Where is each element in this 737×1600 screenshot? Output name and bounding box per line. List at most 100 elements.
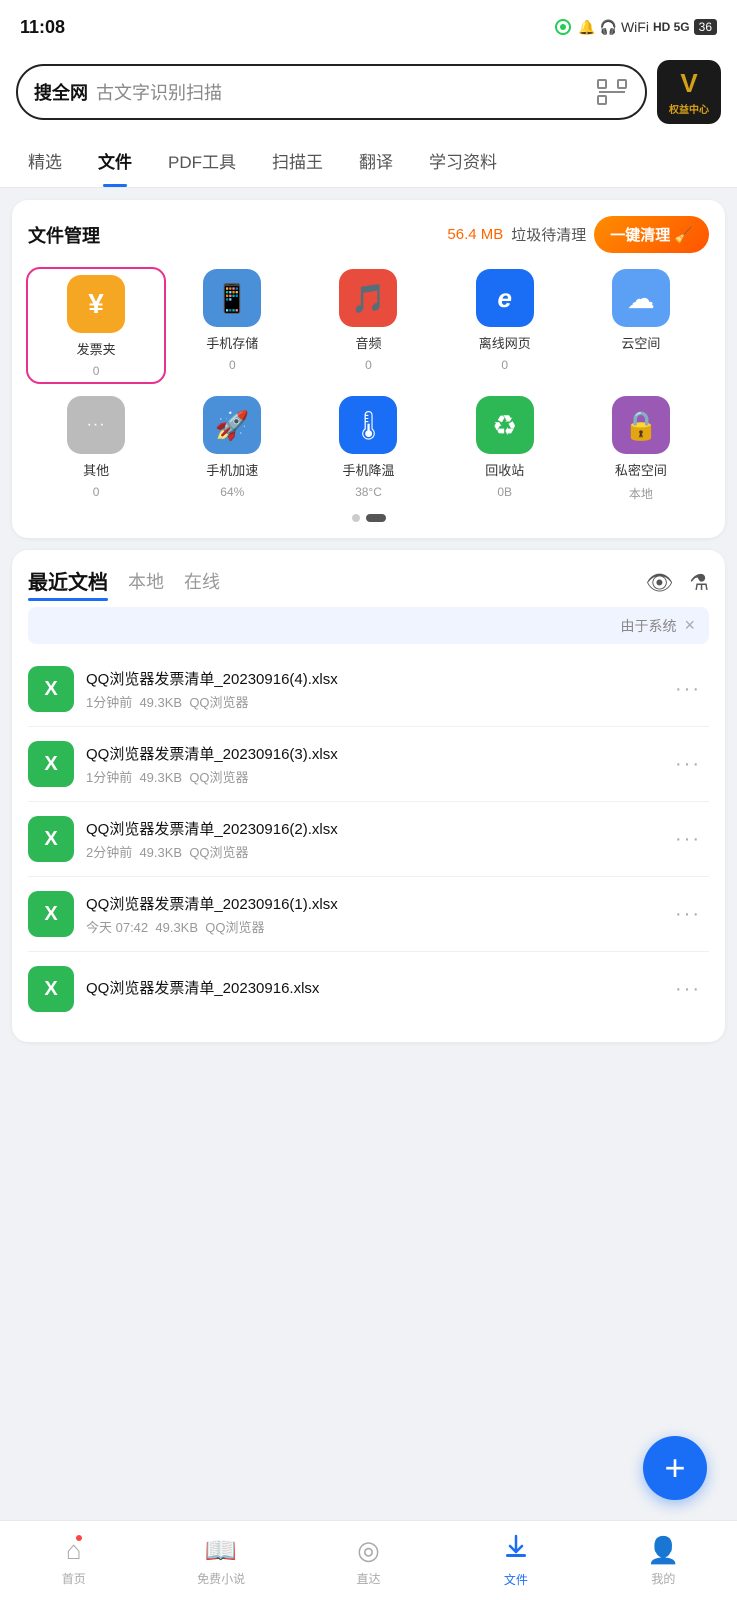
zhida-icon: ◎ — [357, 1535, 380, 1566]
icon-yinpin[interactable]: 🎵 音频 0 — [300, 269, 436, 382]
notification-icon: 🔔 — [578, 19, 595, 36]
recent-docs: 最近文档 本地 在线 👁 ⚗ 由于系统 × X QQ浏览器发票清单_202309… — [12, 550, 725, 1042]
home-icon: ⌂ — [66, 1535, 82, 1566]
nav-tabs: 精选 文件 PDF工具 扫描王 翻译 学习资料 — [0, 134, 737, 188]
vip-icon: V — [680, 68, 697, 99]
mine-label: 我的 — [651, 1570, 675, 1587]
file-item[interactable]: X QQ浏览器发票清单_20230916(4).xlsx 1分钟前 49.3KB… — [28, 652, 709, 727]
icon-jiasu[interactable]: 🚀 手机加速 64% — [164, 396, 300, 502]
file-icon-xlsx: X — [28, 741, 74, 787]
file-more-btn[interactable]: ··· — [667, 674, 709, 705]
file-item[interactable]: X QQ浏览器发票清单_20230916(2).xlsx 2分钟前 49.3KB… — [28, 802, 709, 877]
yinpin-label: 音频 — [355, 333, 381, 352]
file-more-btn[interactable]: ··· — [667, 974, 709, 1005]
trash-size: 56.4 MB — [447, 226, 503, 243]
clean-button[interactable]: 一键清理 🧹 — [594, 216, 709, 253]
jiasu-count: 64% — [220, 485, 244, 499]
file-item[interactable]: X QQ浏览器发票清单_20230916.xlsx ··· — [28, 952, 709, 1026]
search-left: 搜全网 古文字识别扫描 — [34, 79, 222, 105]
file-meta: 2分钟前 49.3KB QQ浏览器 — [86, 842, 655, 861]
icon-fapiaojia[interactable]: ¥ 发票夹 0 — [26, 267, 166, 384]
huishou-label: 回收站 — [485, 460, 524, 479]
jiangwen-label: 手机降温 — [342, 460, 394, 479]
tab-wenjian[interactable]: 文件 — [80, 134, 150, 187]
file-more-btn[interactable]: ··· — [667, 749, 709, 780]
notice-close[interactable]: × — [684, 615, 695, 636]
search-box[interactable]: 搜全网 古文字识别扫描 — [16, 64, 647, 120]
tab-online[interactable]: 在线 — [184, 568, 220, 598]
icon-yun[interactable]: ☁ 云空间 — [573, 269, 709, 382]
icon-shouji[interactable]: 📱 手机存储 0 — [164, 269, 300, 382]
yun-label: 云空间 — [621, 333, 660, 352]
file-info: QQ浏览器发票清单_20230916.xlsx — [86, 977, 655, 1001]
system-notice: 由于系统 × — [28, 607, 709, 644]
icon-lixian[interactable]: e 离线网页 0 — [437, 269, 573, 382]
nav-zhida[interactable]: ◎ 直达 — [295, 1527, 442, 1595]
bottom-nav: ⌂ 首页 📖 免费小说 ◎ 直达 文件 👤 我的 — [0, 1520, 737, 1600]
file-name: QQ浏览器发票清单_20230916(4).xlsx — [86, 668, 655, 689]
status-time: 11:08 — [20, 17, 65, 38]
shouji-label: 手机存储 — [206, 333, 258, 352]
tab-fanyi[interactable]: 翻译 — [341, 134, 411, 187]
file-info: QQ浏览器发票清单_20230916(1).xlsx 今天 07:42 49.3… — [86, 893, 655, 936]
huishou-icon-box: ♻ — [476, 396, 534, 454]
mimi-icon-box: 🔒 — [612, 396, 670, 454]
tab-jingxuan[interactable]: 精选 — [10, 134, 80, 187]
fapiaojia-icon-box: ¥ — [67, 275, 125, 333]
icon-mimi[interactable]: 🔒 私密空间 本地 — [573, 396, 709, 502]
icon-jiangwen[interactable]: 🌡 手机降温 38°C — [300, 396, 436, 502]
file-manager-card: 文件管理 56.4 MB 垃圾待清理 一键清理 🧹 ¥ 发票夹 0 📱 手机存储… — [12, 200, 725, 538]
yun-icon-box: ☁ — [612, 269, 670, 327]
file-item[interactable]: X QQ浏览器发票清单_20230916(1).xlsx 今天 07:42 49… — [28, 877, 709, 952]
clean-icon: 🧹 — [674, 226, 693, 244]
qita-icon-box: ··· — [67, 396, 125, 454]
vip-label: 权益中心 — [669, 101, 709, 116]
file-name: QQ浏览器发票清单_20230916.xlsx — [86, 977, 655, 998]
headphone-icon: 🎧 — [600, 19, 617, 36]
dot-indicator — [28, 514, 709, 522]
dot-1 — [352, 514, 360, 522]
shouji-count: 0 — [229, 358, 236, 372]
file-name: QQ浏览器发票清单_20230916(3).xlsx — [86, 743, 655, 764]
scan-icon[interactable] — [595, 78, 629, 106]
tab-xuexi[interactable]: 学习资料 — [411, 134, 515, 187]
file-list: X QQ浏览器发票清单_20230916(4).xlsx 1分钟前 49.3KB… — [28, 652, 709, 1026]
dot-2 — [366, 514, 386, 522]
vip-badge[interactable]: V 权益中心 — [657, 60, 721, 124]
nav-mine[interactable]: 👤 我的 — [590, 1527, 737, 1595]
card-header: 文件管理 56.4 MB 垃圾待清理 一键清理 🧹 — [28, 216, 709, 253]
file-info: QQ浏览器发票清单_20230916(3).xlsx 1分钟前 49.3KB Q… — [86, 743, 655, 786]
home-dot — [76, 1535, 82, 1541]
file-meta: 1分钟前 49.3KB QQ浏览器 — [86, 692, 655, 711]
tab-pdf[interactable]: PDF工具 — [150, 134, 254, 187]
file-item[interactable]: X QQ浏览器发票清单_20230916(3).xlsx 1分钟前 49.3KB… — [28, 727, 709, 802]
file-more-btn[interactable]: ··· — [667, 899, 709, 930]
tab-recent-docs[interactable]: 最近文档 — [28, 566, 108, 599]
fab-button[interactable]: + — [643, 1436, 707, 1500]
tab-local[interactable]: 本地 — [128, 568, 164, 598]
shouji-icon-box: 📱 — [203, 269, 261, 327]
trash-info: 56.4 MB 垃圾待清理 一键清理 🧹 — [447, 216, 709, 253]
icon-qita[interactable]: ··· 其他 0 — [28, 396, 164, 502]
mimi-count: 本地 — [629, 485, 653, 502]
file-icon — [503, 1534, 529, 1567]
qita-count: 0 — [93, 485, 100, 499]
search-label: 搜全网 — [34, 79, 88, 105]
nav-file[interactable]: 文件 — [442, 1526, 589, 1596]
file-label: 文件 — [504, 1571, 528, 1588]
nav-home[interactable]: ⌂ 首页 — [0, 1527, 147, 1595]
file-icon-xlsx: X — [28, 966, 74, 1012]
file-name: QQ浏览器发票清单_20230916(2).xlsx — [86, 818, 655, 839]
nav-novel[interactable]: 📖 免费小说 — [147, 1527, 294, 1595]
novel-icon: 📖 — [205, 1535, 237, 1566]
home-label: 首页 — [62, 1570, 86, 1587]
icon-huishou[interactable]: ♻ 回收站 0B — [437, 396, 573, 502]
file-meta: 1分钟前 49.3KB QQ浏览器 — [86, 767, 655, 786]
yinpin-count: 0 — [365, 358, 372, 372]
fab-icon: + — [664, 1447, 685, 1489]
icon-grid: ¥ 发票夹 0 📱 手机存储 0 🎵 音频 0 e 离线网页 0 — [28, 269, 709, 502]
filter-icon[interactable]: ⚗ — [689, 570, 709, 596]
file-more-btn[interactable]: ··· — [667, 824, 709, 855]
tab-saomiao[interactable]: 扫描王 — [254, 134, 341, 187]
eye-icon[interactable]: 👁 — [645, 570, 673, 596]
